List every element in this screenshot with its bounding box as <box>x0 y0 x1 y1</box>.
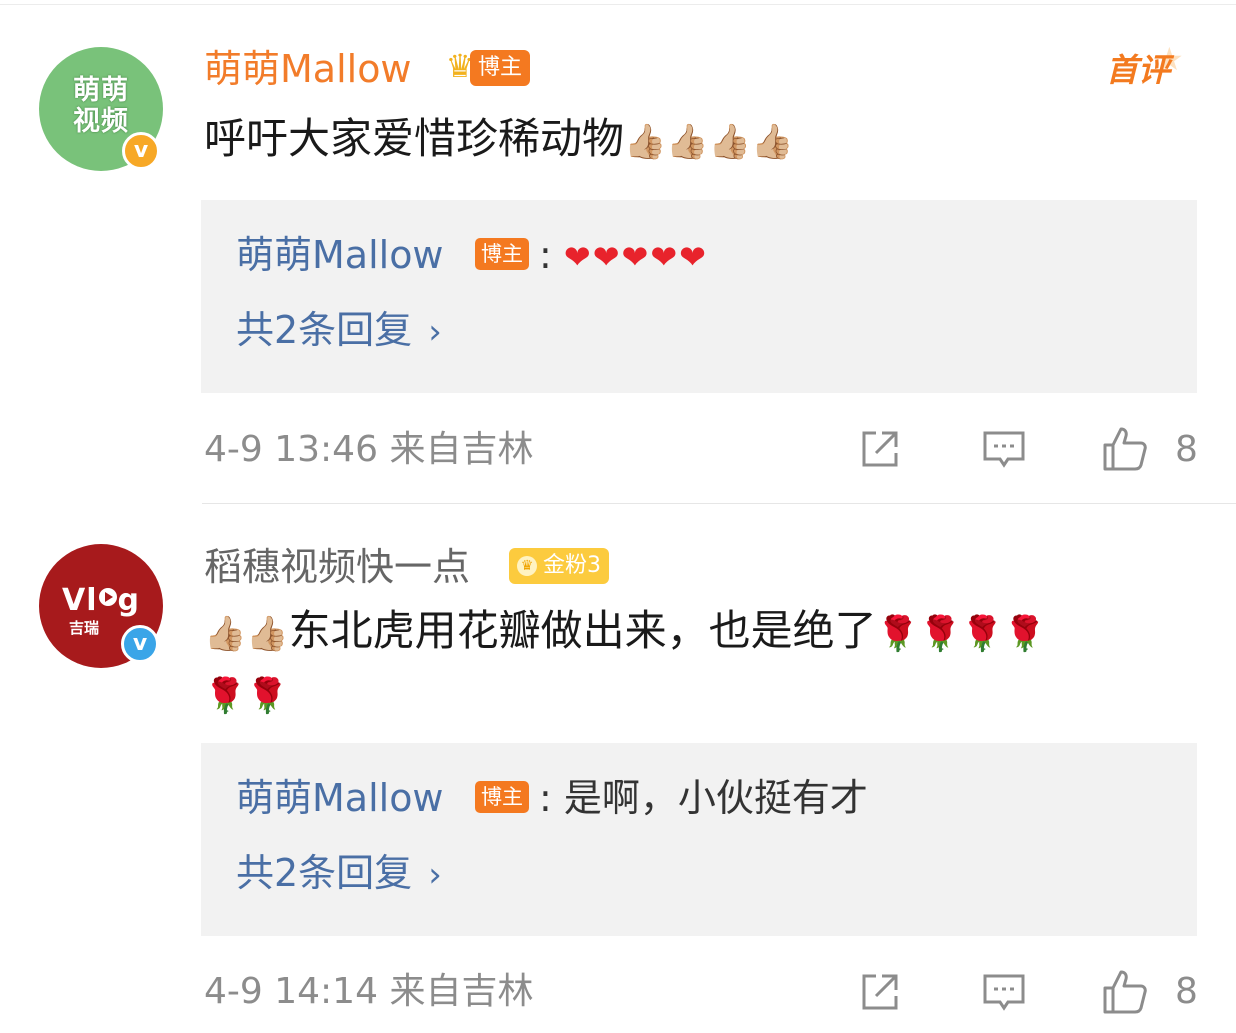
reply-text: : 是啊，小伙挺有才 <box>539 776 868 820</box>
fan-level-label: 金粉3 <box>543 553 601 578</box>
reply-preview[interactable]: 萌萌Mallow 博主 : 是啊，小伙挺有才 共2条回复 › <box>201 743 1197 936</box>
verified-v-icon: v <box>121 625 159 663</box>
comment-button[interactable] <box>980 968 1028 1016</box>
crown-icon: ♛ <box>517 556 537 576</box>
view-replies-link[interactable]: 共2条回复 › <box>236 851 442 897</box>
first-comment-badge: 首评 <box>1106 51 1171 89</box>
chevron-right-icon: › <box>428 312 442 352</box>
comment-item: 萌萌 视频 v 萌萌Mallow ♛ 博主 ★ 首评 呼吁大家爱惜珍稀动物👍🏼👍🏼… <box>0 0 1236 503</box>
reply-separator: : <box>539 776 552 820</box>
avatar-text: Vl g <box>39 584 163 618</box>
view-replies-label: 共2条回复 <box>236 851 413 895</box>
rose-emojis-line2: 🌹🌹 <box>204 676 289 716</box>
chevron-right-icon: › <box>428 855 442 895</box>
avatar-logo-text: Vl <box>62 583 98 618</box>
comment-meta: 4-9 13:46 来自吉林 <box>204 428 533 472</box>
comment-content: 呼吁大家爱惜珍稀动物👍🏼👍🏼👍🏼👍🏼 <box>204 113 793 168</box>
view-replies-label: 共2条回复 <box>236 308 413 352</box>
avatar-text: 萌萌 视频 <box>73 75 129 137</box>
reply-text: : ❤❤❤❤❤ <box>539 233 708 279</box>
comment-text: 东北虎用花瓣做出来，也是绝了 <box>288 606 877 655</box>
comment-item: Vl g 吉瑞 v 稻穗视频快一点 ♛ 金粉3 👍🏼👍🏼东北虎用花瓣做出来，也是绝… <box>0 504 1236 1033</box>
reply-preview[interactable]: 萌萌Mallow 博主 : ❤❤❤❤❤ 共2条回复 › <box>201 200 1197 393</box>
reply-username[interactable]: 萌萌Mallow <box>236 233 444 277</box>
view-replies-link[interactable]: 共2条回复 › <box>236 308 442 354</box>
avatar[interactable]: Vl g 吉瑞 v <box>39 544 163 668</box>
comment-meta: 4-9 14:14 来自吉林 <box>204 970 533 1014</box>
blogger-badge: 博主 <box>470 50 531 86</box>
thumbs-up-icon <box>1103 970 1147 1014</box>
like-button[interactable] <box>1101 968 1149 1016</box>
verified-v-icon: v <box>122 132 160 170</box>
share-button[interactable] <box>856 425 904 473</box>
reply-body: 是啊，小伙挺有才 <box>563 776 868 820</box>
share-button[interactable] <box>856 968 904 1016</box>
avatar-logo-suffix: g <box>117 583 140 618</box>
fan-level-badge: ♛ 金粉3 <box>509 548 609 584</box>
reply-blogger-badge: 博主 <box>475 238 529 270</box>
share-icon <box>862 974 898 1010</box>
comment-icon <box>983 974 1025 1011</box>
comment-button[interactable] <box>980 425 1028 473</box>
comment-username[interactable]: 萌萌Mallow <box>204 47 412 91</box>
like-button[interactable] <box>1101 425 1149 473</box>
play-icon <box>98 588 117 606</box>
thumbs-up-icon <box>1103 427 1147 471</box>
avatar[interactable]: 萌萌 视频 v <box>39 47 163 171</box>
comment-time: 4-9 13:46 <box>204 429 378 470</box>
comment-location: 来自吉林 <box>389 971 534 1012</box>
comment-content: 👍🏼👍🏼东北虎用花瓣做出来，也是绝了🌹🌹🌹🌹 <box>204 605 1046 660</box>
like-count: 8 <box>1175 429 1198 470</box>
like-count: 8 <box>1175 971 1198 1012</box>
reply-blogger-badge: 博主 <box>475 781 529 813</box>
reply-separator: : <box>539 233 552 277</box>
rose-emojis: 🌹🌹🌹🌹 <box>876 614 1047 654</box>
comment-icon <box>983 431 1025 468</box>
comment-location: 来自吉林 <box>389 429 534 470</box>
reply-username[interactable]: 萌萌Mallow <box>236 776 444 820</box>
heart-emojis: ❤❤❤❤❤ <box>563 238 708 276</box>
comment-text: 呼吁大家爱惜珍稀动物 <box>204 114 625 163</box>
thumbs-up-emojis: 👍🏼👍🏼👍🏼👍🏼 <box>624 122 794 162</box>
comment-time: 4-9 14:14 <box>204 971 378 1012</box>
thumbs-up-emojis: 👍🏼👍🏼 <box>204 614 289 654</box>
share-icon <box>862 431 898 467</box>
comment-username[interactable]: 稻穗视频快一点 <box>204 545 470 589</box>
